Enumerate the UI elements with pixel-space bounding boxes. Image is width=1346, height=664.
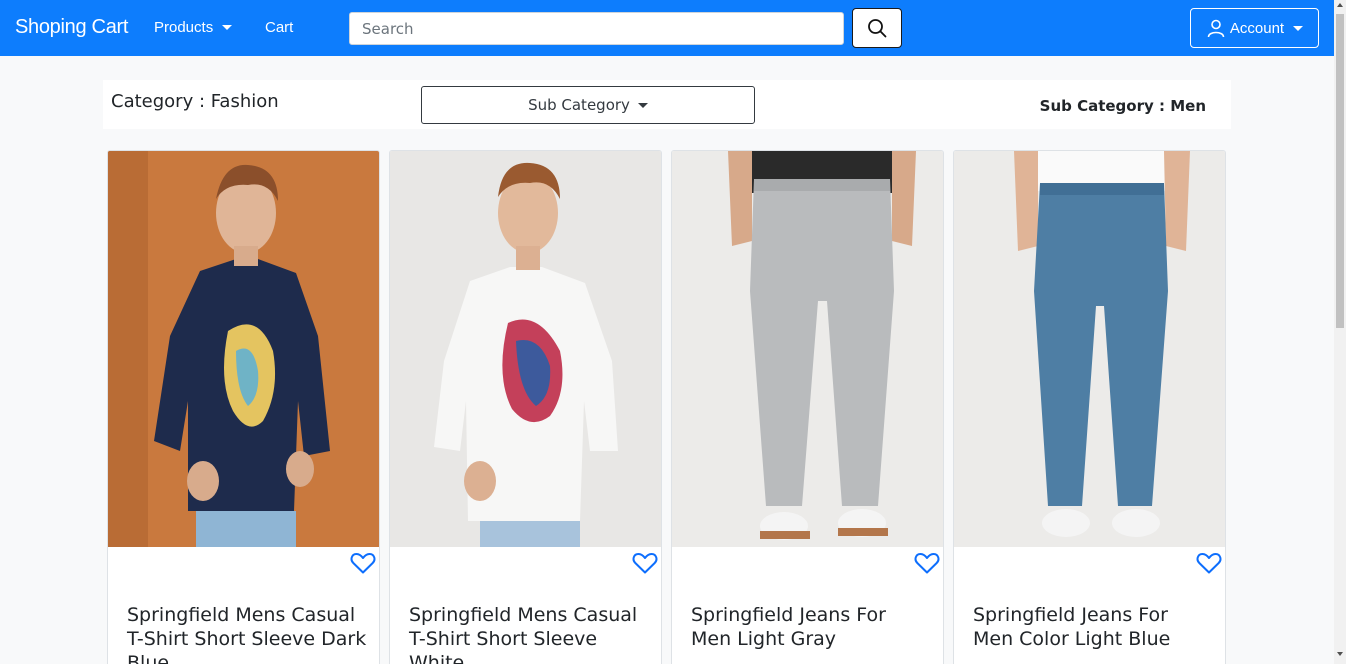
- person-icon: [1207, 19, 1225, 38]
- search-icon: [868, 19, 887, 38]
- product-title[interactable]: Springfield Mens Casual T-Shirt Short Sl…: [127, 603, 367, 664]
- products-label: Products: [154, 19, 214, 36]
- sub-category-button-label: Sub Category: [528, 96, 630, 114]
- category-title: Category : Fashion: [111, 91, 279, 112]
- category-filter-bar: Category : Fashion Sub Category Sub Cate…: [103, 80, 1231, 129]
- cart-link[interactable]: Cart: [265, 19, 293, 36]
- page-scrollbar[interactable]: [1334, 0, 1346, 664]
- navbar: Shoping Cart Products Cart Account: [0, 0, 1334, 56]
- product-card[interactable]: Springfield Mens Casual T-Shirt Short Sl…: [389, 150, 662, 664]
- product-card[interactable]: Springfield Jeans For Men Color Light Bl…: [953, 150, 1226, 664]
- product-image-light-blue-jeans[interactable]: [954, 151, 1225, 547]
- scroll-thumb[interactable]: [1336, 14, 1344, 328]
- selected-sub-category: Sub Category : Men: [1039, 97, 1206, 115]
- product-title[interactable]: Springfield Jeans For Men Color Light Bl…: [973, 603, 1213, 651]
- caret-down-icon: [1293, 25, 1304, 31]
- account-label: Account: [1229, 19, 1285, 37]
- account-dropdown[interactable]: Account: [1190, 8, 1319, 48]
- product-card[interactable]: Springfield Jeans For Men Light Gray: [671, 150, 944, 664]
- product-title[interactable]: Springfield Mens Casual T-Shirt Short Sl…: [409, 603, 649, 664]
- caret-down-icon: [637, 102, 648, 108]
- heart-icon[interactable]: [1196, 551, 1222, 575]
- scroll-up-arrow-icon[interactable]: [1337, 3, 1343, 7]
- product-title[interactable]: Springfield Jeans For Men Light Gray: [691, 603, 931, 651]
- heart-icon[interactable]: [350, 551, 376, 575]
- product-image-man-dark-blue-tshirt[interactable]: [108, 151, 379, 547]
- search-input[interactable]: [349, 12, 844, 45]
- scroll-down-arrow-icon[interactable]: [1337, 652, 1343, 656]
- caret-down-icon: [222, 25, 233, 30]
- product-card[interactable]: Springfield Mens Casual T-Shirt Short Sl…: [107, 150, 380, 664]
- brand-logo[interactable]: Shoping Cart: [15, 16, 128, 39]
- heart-icon[interactable]: [914, 551, 940, 575]
- search-button[interactable]: [852, 8, 902, 48]
- product-image-man-white-tshirt[interactable]: [390, 151, 661, 547]
- sub-category-dropdown[interactable]: Sub Category: [421, 86, 755, 124]
- products-dropdown[interactable]: Products: [154, 19, 233, 36]
- product-image-light-gray-jeans[interactable]: [672, 151, 943, 547]
- heart-icon[interactable]: [632, 551, 658, 575]
